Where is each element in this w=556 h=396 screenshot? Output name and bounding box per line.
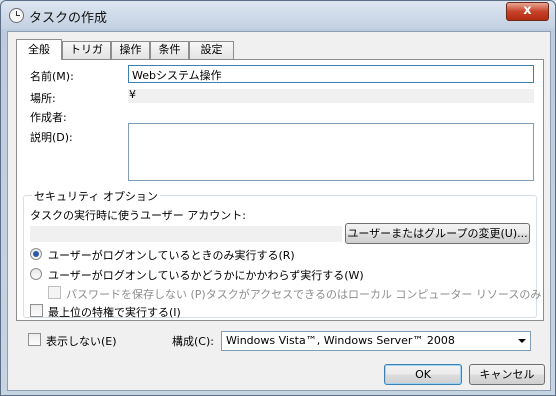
description-label: 説明(D): [30, 131, 73, 144]
account-prompt: タスクの実行時に使うユーザー アカウント: [30, 209, 246, 222]
configure-select[interactable]: Windows Vista™, Windows Server™ 2008 [221, 331, 531, 351]
hidden-checkbox[interactable] [28, 333, 41, 346]
change-user-button[interactable]: ユーザーまたはグループの変更(U)... [345, 223, 530, 244]
configure-label: 構成(C): [172, 335, 214, 348]
highest-privilege-label[interactable]: 最上位の特権で実行する(I) [48, 304, 181, 320]
location-label: 場所: [30, 92, 56, 105]
tab-conditions[interactable]: 条件 [150, 41, 189, 59]
radio-run-whether-logged-on-label[interactable]: ユーザーがログオンしているかどうかにかかわらず実行する(W) [48, 267, 364, 283]
configure-selected-value: Windows Vista™, Windows Server™ 2008 [226, 334, 455, 347]
location-field: ¥ [128, 88, 534, 103]
highest-privilege-checkbox[interactable] [30, 304, 43, 317]
window-title: タスクの作成 [29, 11, 108, 26]
tab-general[interactable]: 全般 [16, 39, 62, 60]
security-group-title: セキュリティ オプション [32, 188, 160, 204]
close-button[interactable]: x [506, 2, 549, 21]
name-label: 名前(M): [30, 70, 74, 83]
tab-triggers[interactable]: トリガー [62, 41, 111, 72]
location-value: ¥ [129, 88, 136, 101]
title-bar: タスクの作成 x [1, 1, 555, 29]
cancel-button[interactable]: キャンセル [469, 364, 545, 385]
general-tab-panel: 名前(M): Webシステム操作 場所: ¥ 作成者: 説明(D): セキュリテ… [16, 59, 544, 321]
chevron-down-icon [518, 339, 526, 343]
ok-button[interactable]: OK [384, 364, 462, 385]
security-options-group: セキュリティ オプション タスクの実行時に使うユーザー アカウント: ユーザーま… [23, 188, 541, 320]
no-password-checkbox[interactable] [48, 286, 61, 299]
radio-selected-dot [33, 251, 39, 257]
create-task-dialog: タスクの作成 x 全般 トリガー 操作 条件 設定 名前(M): Webシステム… [0, 0, 556, 396]
description-textarea[interactable] [128, 123, 534, 181]
author-label: 作成者: [30, 111, 67, 124]
radio-run-logged-on[interactable] [30, 248, 42, 260]
radio-run-logged-on-label[interactable]: ユーザーがログオンしているときのみ実行する(R) [48, 247, 295, 263]
account-field [30, 226, 342, 242]
tab-actions[interactable]: 操作 [111, 41, 150, 59]
no-password-label: パスワードを保存しない (P)タスクがアクセスできるのはローカル コンピューター… [66, 288, 542, 301]
tab-settings[interactable]: 設定 [189, 41, 234, 59]
radio-run-whether-logged-on[interactable] [30, 268, 42, 280]
hidden-label[interactable]: 表示しない(E) [46, 333, 117, 349]
clock-icon [9, 8, 24, 23]
dialog-body: 全般 トリガー 操作 条件 設定 名前(M): Webシステム操作 場所: ¥ … [7, 31, 551, 391]
name-input[interactable]: Webシステム操作 [128, 65, 534, 83]
